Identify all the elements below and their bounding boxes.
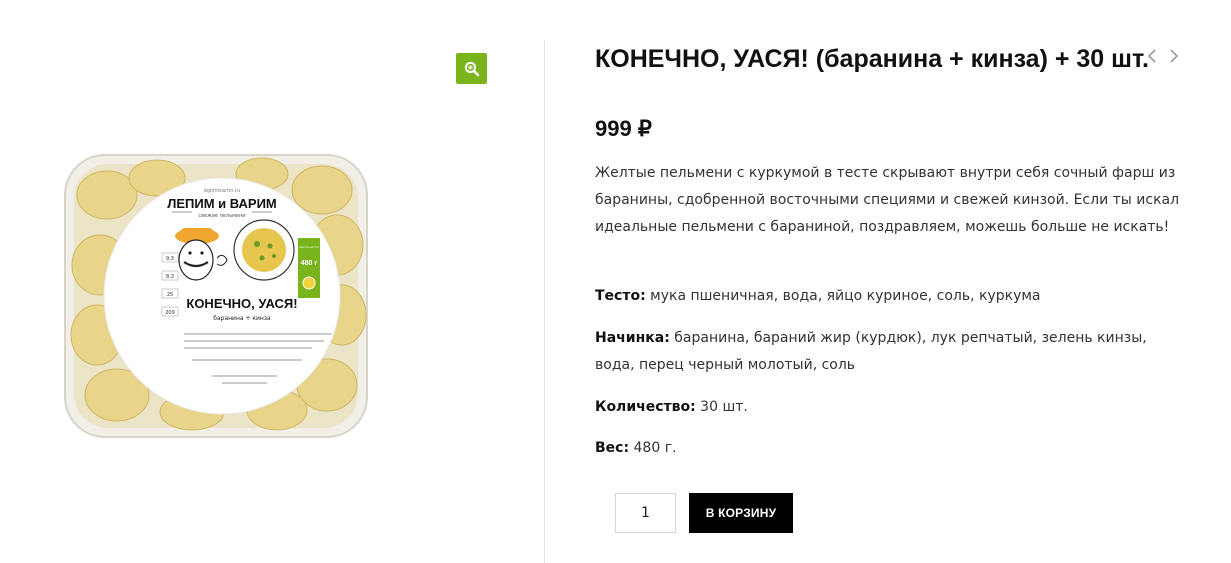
attribute-dough-value: мука пшеничная, вода, яйцо куриное, соль… <box>645 288 1041 304</box>
nutrition-carbs: 25 <box>167 292 173 298</box>
attribute-dough: Тесто: мука пшеничная, вода, яйцо курино… <box>595 283 1185 310</box>
attribute-quantity-value: 30 шт. <box>695 399 748 415</box>
attribute-weight-value: 480 г. <box>629 440 677 456</box>
attribute-weight-label: Вес: <box>595 440 630 456</box>
badge-caption: масса нетто <box>299 245 318 249</box>
nutrition-kcal: 209 <box>165 310 175 316</box>
label-brand-sub: свежие пельмени <box>198 213 245 219</box>
badge-weight: 480 г <box>301 260 318 267</box>
zoom-in-icon <box>464 61 479 76</box>
nutrition-fat: 8,3 <box>166 274 174 280</box>
label-product-title: КОНЕЧНО, УАСЯ! <box>186 296 297 311</box>
attribute-dough-label: Тесто: <box>595 288 646 304</box>
product-price: 999 ₽ <box>595 116 652 141</box>
label-site: lepimivarim.ru <box>204 188 240 194</box>
chevron-right-icon <box>1170 49 1179 63</box>
product-gallery: lepimivarim.ru ЛЕПИМ и ВАРИМ свежие пель… <box>0 0 545 563</box>
label-brand: ЛЕПИМ и ВАРИМ <box>167 196 277 211</box>
column-divider <box>544 40 545 563</box>
attribute-quantity: Количество: 30 шт. <box>595 394 1185 421</box>
attribute-weight: Вес: 480 г. <box>595 435 1185 462</box>
attribute-filling-label: Начинка: <box>595 330 670 346</box>
label-product-subtitle: баранина + кинза <box>213 315 271 322</box>
attribute-filling-value: баранина, бараний жир (курдюк), лук репч… <box>595 330 1147 373</box>
add-to-cart-button[interactable]: В КОРЗИНУ <box>689 493 793 533</box>
product-image[interactable]: lepimivarim.ru ЛЕПИМ и ВАРИМ свежие пель… <box>62 150 370 442</box>
product-title: КОНЕЧНО, УАСЯ! (баранина + кинза) + 30 ш… <box>595 45 1149 73</box>
attribute-quantity-label: Количество: <box>595 399 696 415</box>
next-product-button[interactable] <box>1167 47 1181 65</box>
product-description: Желтые пельмени с куркумой в тесте скрыв… <box>595 165 1180 235</box>
attribute-filling: Начинка: баранина, бараний жир (курдюк),… <box>595 325 1185 379</box>
quantity-input[interactable] <box>615 493 676 533</box>
nutrition-protein: 9,3 <box>166 256 174 262</box>
zoom-button[interactable] <box>456 53 487 84</box>
